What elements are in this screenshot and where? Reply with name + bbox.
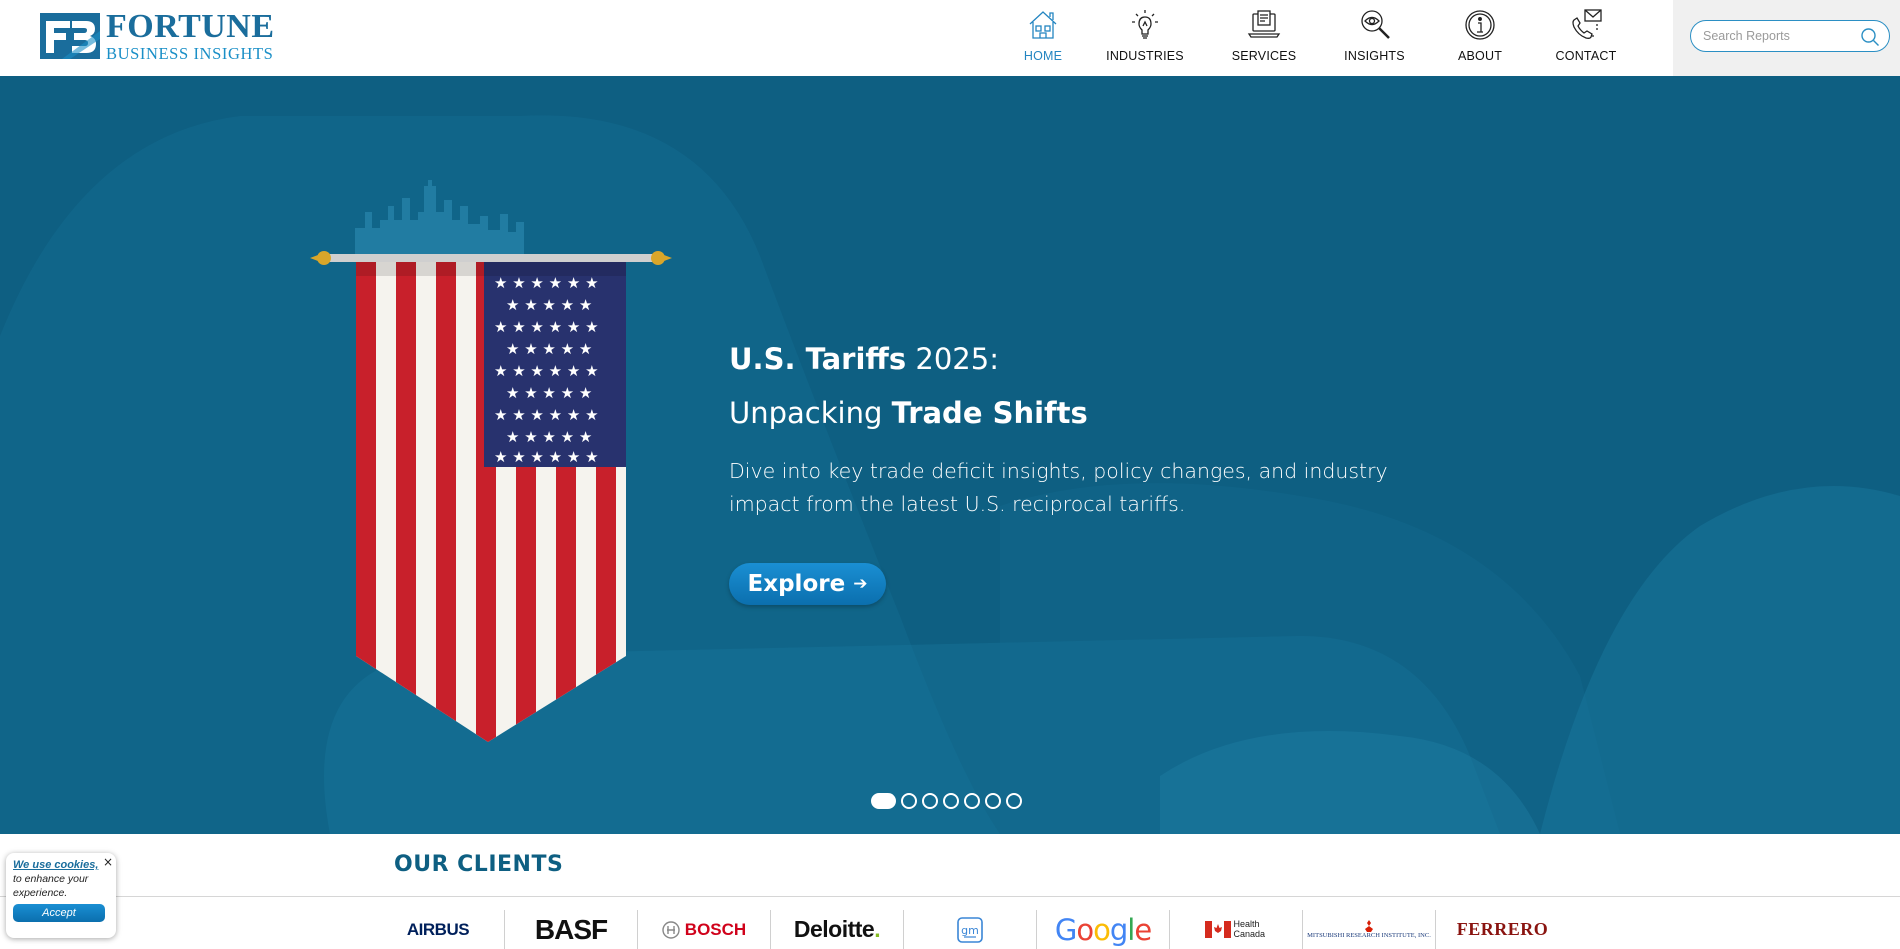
- cookie-message: to enhance your experience.: [13, 873, 89, 899]
- laptop-document-icon: [1247, 10, 1281, 38]
- hero-title: U.S. Tariffs 2025:: [729, 342, 1449, 377]
- svg-text:★ ★ ★ ★ ★ ★: ★ ★ ★ ★ ★ ★: [494, 274, 599, 292]
- slider-dot-6[interactable]: [985, 793, 1001, 809]
- nav-label-industries: INDUSTRIES: [1106, 49, 1184, 63]
- nav-label-services: SERVICES: [1231, 49, 1297, 63]
- nav-item-insights[interactable]: INSIGHTS: [1319, 0, 1430, 76]
- mitsubishi-research-logo: MITSUBISHI RESEARCH INSTITUTE, INC.: [1303, 910, 1436, 949]
- svg-text:★ ★ ★ ★ ★ ★: ★ ★ ★ ★ ★ ★: [494, 448, 599, 466]
- nav-label-insights: INSIGHTS: [1344, 49, 1405, 63]
- nav-item-about[interactable]: ABOUT: [1430, 0, 1530, 76]
- basf-logo: BASF: [505, 910, 638, 949]
- site-logo[interactable]: FORTUNE BUSINESS INSIGHTS: [40, 7, 292, 63]
- search-icon[interactable]: [1860, 27, 1880, 47]
- info-icon: [1465, 10, 1495, 40]
- slider-dot-7[interactable]: [1006, 793, 1022, 809]
- hero-title-bold: U.S. Tariffs: [729, 342, 907, 376]
- slider-dot-4[interactable]: [943, 793, 959, 809]
- hero-subtitle: Unpacking Trade Shifts: [729, 396, 1449, 431]
- fb-logo-icon: [40, 13, 100, 59]
- nav-item-contact[interactable]: CONTACT: [1530, 0, 1642, 76]
- hero-title-rest: 2025:: [906, 342, 999, 376]
- deloitte-logo: Deloitte.: [771, 910, 904, 949]
- hero-subtitle-lead: Unpacking: [729, 395, 892, 430]
- svg-text:★ ★ ★ ★ ★: ★ ★ ★ ★ ★: [506, 428, 592, 446]
- svg-text:★ ★ ★ ★ ★: ★ ★ ★ ★ ★: [506, 340, 592, 358]
- house-icon: [1029, 11, 1057, 39]
- mitsubishi-diamonds-icon: [1365, 920, 1373, 932]
- gm-logo-icon: gm: [957, 916, 983, 943]
- slider-pagination: [871, 793, 1027, 809]
- nav-label-home: HOME: [1023, 49, 1063, 63]
- ferrero-logo: FERRERO: [1436, 910, 1569, 949]
- bosch-logo-text: BOSCH: [684, 919, 747, 939]
- search-area: [1673, 0, 1900, 76]
- phone-mail-icon: [1572, 9, 1602, 39]
- health-canada-logo-mark: Health Canada: [1204, 919, 1268, 939]
- airbus-logo: AIRBUS: [372, 910, 505, 949]
- bosch-emblem-icon: [662, 920, 680, 939]
- site-header: FORTUNE BUSINESS INSIGHTS HOME INDUSTRIE…: [0, 0, 1900, 76]
- ferrero-logo-text: FERRERO: [1456, 919, 1549, 939]
- gm-logo: gm: [904, 910, 1037, 949]
- magnifier-eye-icon: [1360, 10, 1390, 39]
- nav-item-services[interactable]: SERVICES: [1209, 0, 1319, 76]
- search-box: [1690, 20, 1890, 52]
- nav-item-home[interactable]: HOME: [1005, 0, 1081, 76]
- svg-text:★ ★ ★ ★ ★: ★ ★ ★ ★ ★: [506, 384, 592, 402]
- clients-divider: [0, 896, 1900, 897]
- slider-dot-1[interactable]: [871, 793, 896, 809]
- bosch-logo: BOSCH: [638, 910, 771, 949]
- cookie-policy-link[interactable]: We use cookies,: [13, 859, 109, 871]
- search-input[interactable]: [1703, 29, 1863, 43]
- close-icon[interactable]: ×: [103, 855, 113, 869]
- nav-label-contact: CONTACT: [1555, 49, 1617, 63]
- client-logo-strip: AIRBUS BASF BOSCH Deloitte. gm Google He…: [372, 910, 1569, 949]
- health-canada-logo-text: Health Canada: [1233, 919, 1266, 939]
- deloitte-logo-mark: Deloitte.: [793, 916, 881, 942]
- us-flag-pennant-image: ★ ★ ★ ★ ★ ★ ★ ★ ★ ★ ★ ★ ★ ★ ★ ★ ★ ★ ★ ★ …: [310, 180, 672, 742]
- explore-button-label: Explore: [747, 571, 846, 597]
- slider-dot-2[interactable]: [901, 793, 917, 809]
- gm-logo-text: gm: [961, 924, 979, 937]
- slider-dot-3[interactable]: [922, 793, 938, 809]
- svg-text:★ ★ ★ ★ ★: ★ ★ ★ ★ ★: [506, 296, 592, 314]
- hero-subtitle-bold: Trade Shifts: [891, 395, 1088, 430]
- explore-button[interactable]: Explore ➔: [729, 563, 886, 605]
- hero-text-block: U.S. Tariffs 2025: Unpacking Trade Shift…: [729, 342, 1449, 521]
- cookie-consent-popup: × We use cookies, to enhance your experi…: [6, 853, 116, 938]
- cookie-accept-button[interactable]: Accept: [13, 904, 105, 923]
- slider-dot-5[interactable]: [964, 793, 980, 809]
- svg-text:★ ★ ★ ★ ★ ★: ★ ★ ★ ★ ★ ★: [494, 318, 599, 336]
- deloitte-logo-text: Deloitte: [793, 916, 875, 942]
- nav-item-industries[interactable]: INDUSTRIES: [1081, 0, 1209, 76]
- bosch-logo-mark: BOSCH: [662, 920, 746, 940]
- logo-name-line2: BUSINESS INSIGHTS: [106, 43, 274, 63]
- svg-text:★ ★ ★ ★ ★ ★: ★ ★ ★ ★ ★ ★: [494, 362, 599, 380]
- hero-description: Dive into key trade deficit insights, po…: [729, 458, 1388, 516]
- logo-name-line1: FORTUNE: [106, 7, 275, 45]
- mitsubishi-research-logo-text: MITSUBISHI RESEARCH INSTITUTE, INC.: [1307, 932, 1431, 939]
- mitsubishi-research-logo-mark: MITSUBISHI RESEARCH INSTITUTE, INC.: [1307, 920, 1431, 939]
- google-logo: Google: [1037, 910, 1170, 949]
- hero-banner: ★ ★ ★ ★ ★ ★ ★ ★ ★ ★ ★ ★ ★ ★ ★ ★ ★ ★ ★ ★ …: [0, 76, 1900, 834]
- canada-flag-icon: [1204, 921, 1231, 938]
- clients-heading: OUR CLIENTS: [394, 852, 564, 877]
- google-logo-text: Google: [1054, 912, 1152, 947]
- health-canada-logo: Health Canada: [1170, 910, 1303, 949]
- airbus-logo-text: AIRBUS: [406, 919, 470, 939]
- basf-logo-text: BASF: [534, 913, 608, 945]
- arrow-right-icon: ➔: [853, 574, 868, 594]
- nav-label-about: ABOUT: [1457, 49, 1503, 63]
- lightbulb-icon: [1132, 10, 1158, 39]
- svg-text:★ ★ ★ ★ ★ ★: ★ ★ ★ ★ ★ ★: [494, 406, 599, 424]
- main-nav: HOME INDUSTRIES SERVICES INSIGHTS ABOUT: [1005, 0, 1642, 76]
